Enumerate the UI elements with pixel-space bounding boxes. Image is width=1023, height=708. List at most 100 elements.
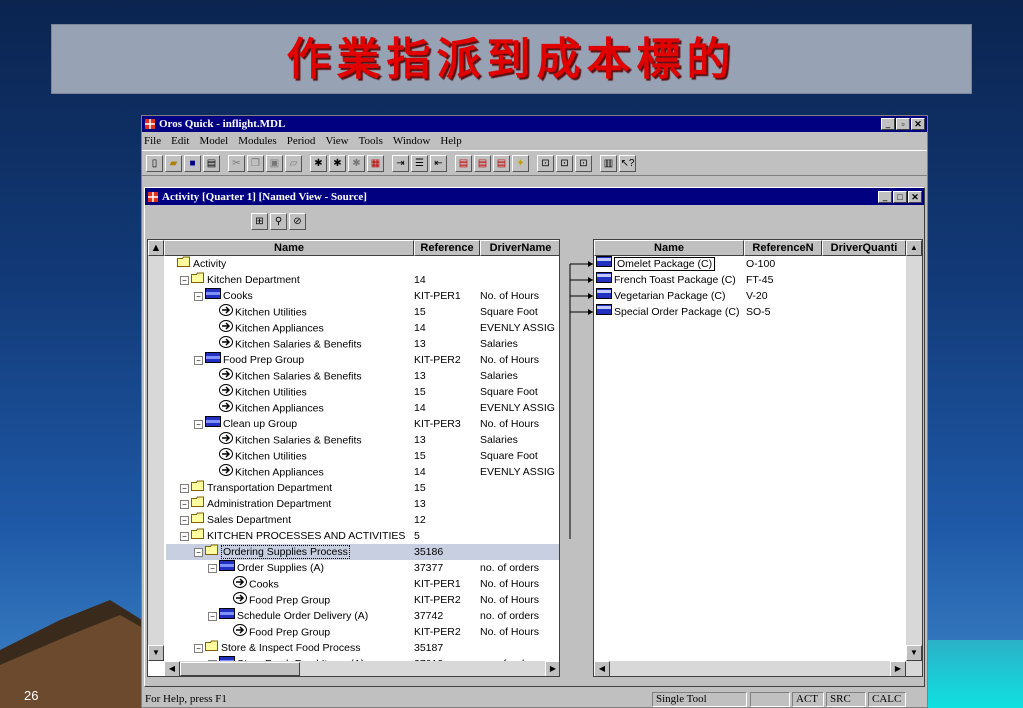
view-source-icon[interactable]: ▤ xyxy=(455,154,472,172)
dest-scroll-right-arrow[interactable]: ▶ xyxy=(890,661,906,676)
link-icon[interactable]: ⇤ xyxy=(430,154,447,172)
expand-toggle-icon[interactable]: − xyxy=(180,275,189,285)
tree-row[interactable]: − Store & Inspect Food Process 35187 xyxy=(166,640,559,656)
tree-row[interactable]: Food Prep Group KIT-PER2 No. of Hours xyxy=(166,624,559,640)
assign-icon[interactable]: ⇥ xyxy=(392,154,409,172)
print-icon[interactable]: ▤ xyxy=(203,154,220,172)
tree-row[interactable]: − Clean up Group KIT-PER3 No. of Hours xyxy=(166,416,559,432)
expand-toggle-icon[interactable]: − xyxy=(194,643,203,653)
expand-toggle-icon[interactable]: − xyxy=(208,563,217,573)
report-icon[interactable]: ▥ xyxy=(600,154,617,172)
tree-row[interactable]: Kitchen Utilities 15 Square Foot xyxy=(166,448,559,464)
cost-object-row[interactable]: Vegetarian Package (C) V-20 xyxy=(594,288,906,304)
cost-object-row[interactable]: French Toast Package (C) FT-45 xyxy=(594,272,906,288)
menu-modules[interactable]: Modules xyxy=(238,135,277,147)
child-close-button[interactable]: ✕ xyxy=(908,190,922,203)
scroll-down-arrow[interactable]: ▼ xyxy=(148,645,164,661)
minimize-button[interactable]: _ xyxy=(881,118,895,130)
dest-scroll-down-arrow[interactable]: ▼ xyxy=(906,645,922,661)
activity-view-icon[interactable]: ⊡ xyxy=(537,154,554,172)
tree-row[interactable]: Cooks KIT-PER1 No. of Hours xyxy=(166,576,559,592)
dest-horizontal-scrollbar[interactable]: ◀ ▶ xyxy=(594,661,922,676)
dest-column-header-reference[interactable]: ReferenceN xyxy=(744,240,822,256)
close-button[interactable]: ✕ xyxy=(911,118,925,130)
tree-row[interactable]: Kitchen Appliances 14 EVENLY ASSIG xyxy=(166,464,559,480)
tree-row[interactable]: − Ordering Supplies Process 35186 xyxy=(166,544,559,560)
menu-tools[interactable]: Tools xyxy=(359,135,383,147)
tree-row[interactable]: − Food Prep Group KIT-PER2 No. of Hours xyxy=(166,352,559,368)
child-minimize-button[interactable]: _ xyxy=(878,190,892,203)
menu-model[interactable]: Model xyxy=(199,135,228,147)
open-folder-icon[interactable]: ▰ xyxy=(165,154,182,172)
tree-row[interactable]: − Cooks KIT-PER1 No. of Hours xyxy=(166,288,559,304)
tree-row[interactable]: − KITCHEN PROCESSES AND ACTIVITIES 5 xyxy=(166,528,559,544)
binoculars-icon[interactable]: ⚲ xyxy=(270,213,287,230)
tree-row[interactable]: − Transportation Department 15 xyxy=(166,480,559,496)
expand-toggle-icon[interactable]: − xyxy=(194,355,203,365)
save-icon[interactable]: ■ xyxy=(184,154,201,172)
cost-object-row[interactable]: Omelet Package (C) O-100 xyxy=(594,256,906,272)
tree-row[interactable]: − Kitchen Department 14 xyxy=(166,272,559,288)
scroll-right-arrow[interactable]: ▶ xyxy=(545,661,559,676)
scroll-up-arrow[interactable]: ▲ xyxy=(148,240,164,256)
view-both-icon[interactable]: ▤ xyxy=(493,154,510,172)
restore-button[interactable]: ▫ xyxy=(896,118,910,130)
dest-vertical-scrollbar[interactable] xyxy=(906,256,922,645)
dest-column-header-driverquantity[interactable]: DriverQuanti xyxy=(822,240,906,256)
menu-edit[interactable]: Edit xyxy=(171,135,189,147)
tree-row[interactable]: Kitchen Salaries & Benefits 13 Salaries xyxy=(166,432,559,448)
tree-row[interactable]: Food Prep Group KIT-PER2 No. of Hours xyxy=(166,592,559,608)
child-maximize-button[interactable]: □ xyxy=(893,190,907,203)
edit-icon[interactable]: ▱ xyxy=(285,154,302,172)
calculator-icon[interactable]: ▦ xyxy=(367,154,384,172)
destination-list-pane[interactable]: Name ReferenceN DriverQuanti ▲ ▼ Omelet … xyxy=(593,239,923,677)
expand-toggle-icon[interactable]: − xyxy=(194,419,203,429)
tree-row[interactable]: Kitchen Appliances 14 EVENLY ASSIG xyxy=(166,400,559,416)
column-header-reference[interactable]: Reference xyxy=(414,240,480,256)
lightbulb-icon[interactable]: ✦ xyxy=(512,154,529,172)
help-pointer-icon[interactable]: ↖? xyxy=(619,154,636,172)
expand-toggle-icon[interactable]: − xyxy=(194,547,203,557)
cut-icon[interactable]: ✂ xyxy=(228,154,245,172)
menu-view[interactable]: View xyxy=(325,135,348,147)
expand-toggle-icon[interactable]: − xyxy=(194,291,203,301)
scroll-left-arrow[interactable]: ◀ xyxy=(164,661,180,676)
tree-row[interactable]: Kitchen Utilities 15 Square Foot xyxy=(166,304,559,320)
tree-row[interactable]: − Schedule Order Delivery (A) 37742 no. of … xyxy=(166,608,559,624)
menu-help[interactable]: Help xyxy=(440,135,461,147)
paste-icon[interactable]: ▣ xyxy=(266,154,283,172)
menu-file[interactable]: File xyxy=(144,135,161,147)
new-file-icon[interactable]: ▯ xyxy=(146,154,163,172)
column-header-drivername[interactable]: DriverName xyxy=(480,240,559,256)
new-item-icon[interactable]: ✱ xyxy=(310,154,327,172)
expand-toggle-icon[interactable]: − xyxy=(180,515,189,525)
copy-icon[interactable]: ❐ xyxy=(247,154,264,172)
vertical-scrollbar[interactable] xyxy=(148,256,164,661)
activity-titlebar[interactable]: Activity [Quarter 1] [Named View - Sourc… xyxy=(145,188,924,205)
tree-row[interactable]: Kitchen Salaries & Benefits 13 Salaries xyxy=(166,336,559,352)
expand-toggle-icon[interactable]: − xyxy=(180,531,189,541)
cost-object-row[interactable]: Special Order Package (C) SO-5 xyxy=(594,304,906,320)
horizontal-scroll-thumb[interactable] xyxy=(180,662,300,676)
tree-row[interactable]: Activity xyxy=(166,256,559,272)
tree-row[interactable]: − Sales Department 12 xyxy=(166,512,559,528)
dest-scroll-left-arrow[interactable]: ◀ xyxy=(594,661,610,676)
cost-object-view-icon[interactable]: ⊡ xyxy=(575,154,592,172)
filter-icon[interactable]: ⊘ xyxy=(289,213,306,230)
tree-row[interactable]: − Order Supplies (A) 37377 no. of orders xyxy=(166,560,559,576)
resource-view-icon[interactable]: ⊡ xyxy=(556,154,573,172)
expand-toggle-icon[interactable]: − xyxy=(208,611,217,621)
source-tree-pane[interactable]: ▲ Name Reference DriverName ▼ Activity − K… xyxy=(147,239,560,677)
tree-row[interactable]: Kitchen Salaries & Benefits 13 Salaries xyxy=(166,368,559,384)
menu-window[interactable]: Window xyxy=(393,135,430,147)
dest-column-header-name[interactable]: Name xyxy=(594,240,744,256)
view-destination-icon[interactable]: ▤ xyxy=(474,154,491,172)
expand-icon[interactable]: ⊞ xyxy=(251,213,268,230)
expand-toggle-icon[interactable]: − xyxy=(180,499,189,509)
list-icon[interactable]: ☰ xyxy=(411,154,428,172)
column-header-name[interactable]: Name xyxy=(164,240,414,256)
app-titlebar[interactable]: Oros Quick - inflight.MDL _ ▫ ✕ xyxy=(142,116,927,132)
expand-toggle-icon[interactable]: − xyxy=(180,483,189,493)
tree-row[interactable]: Kitchen Utilities 15 Square Foot xyxy=(166,384,559,400)
delete-item-icon[interactable]: ✱ xyxy=(348,154,365,172)
